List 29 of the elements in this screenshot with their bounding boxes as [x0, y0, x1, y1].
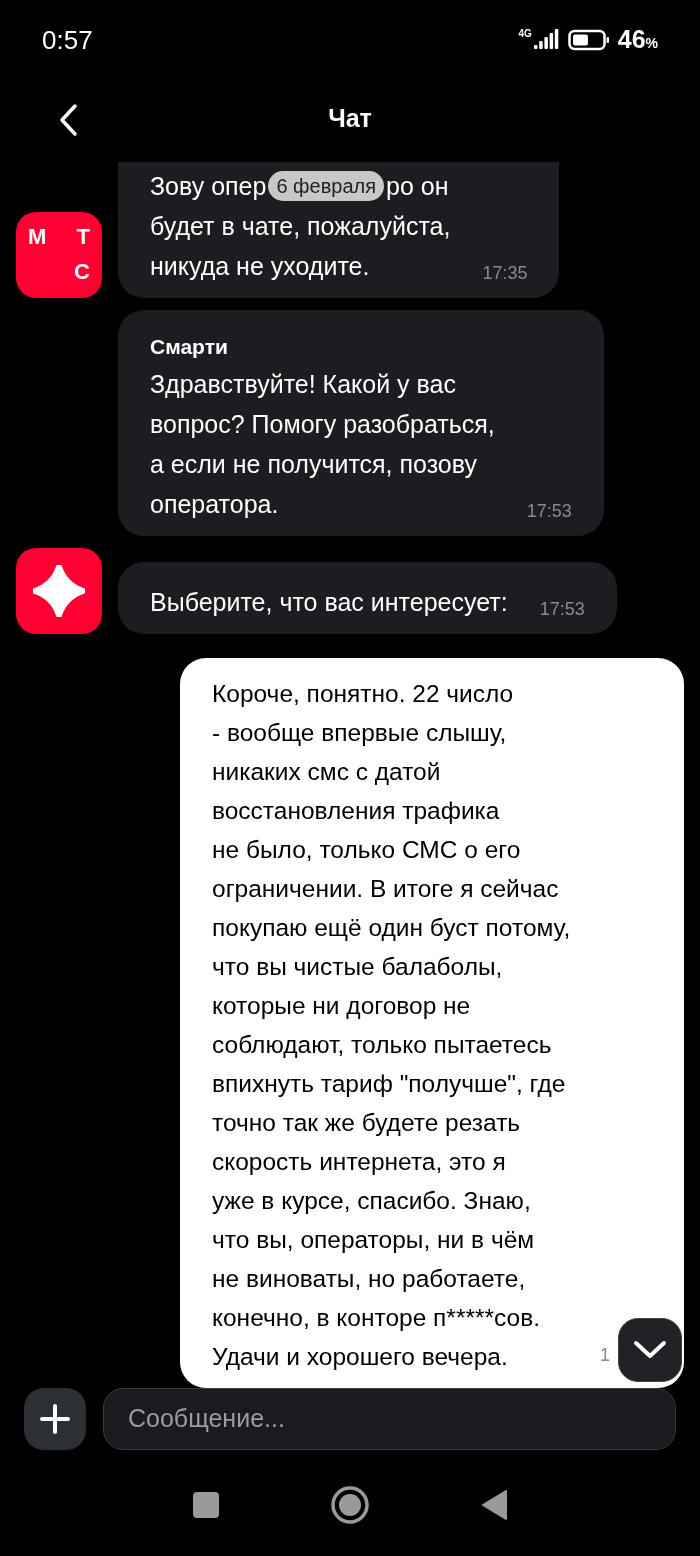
logo-letter: С — [74, 261, 90, 284]
logo-letter: Т — [76, 226, 90, 249]
add-button[interactable] — [24, 1388, 86, 1450]
message-input-field[interactable]: Сообщение... — [103, 1388, 676, 1450]
logo-letter: М — [28, 226, 47, 249]
back-icon — [58, 103, 78, 138]
plus-icon — [39, 1403, 71, 1435]
message-text-fragment: ро он — [386, 171, 449, 202]
recent-apps-icon[interactable] — [192, 1491, 220, 1519]
message-text: Короче, понятно. 22 число - вообще впервые слышу, никаких смс с датой восстановления трафика не было, только СМС о его ограничении. В итоге я сейчас покупаю ещё один буст потому, что вы чистые балаболы, которые ни договор не соблюдают, только пытаетесь впихнуть тариф "получше", где точно так же будете резать скорость интернета, это я уже в курсе, спасибо. Знаю, что вы, операторы, ни в чём не виноваты, но работаете, конечно, в конторе п*****сов. Удачи и хорошего вечера. — [212, 679, 572, 1372]
home-icon[interactable] — [330, 1485, 370, 1525]
battery-level: 46% — [617, 24, 658, 56]
message-time: 17:53 — [526, 502, 572, 520]
chevron-down-icon — [633, 1340, 667, 1360]
date-pill: 6 февраля — [268, 171, 385, 201]
message-text: Выберите, что вас интересует: — [150, 587, 508, 618]
status-time: 0:57 — [42, 23, 93, 57]
star-icon — [33, 565, 85, 617]
message-text-fragment: Зову опер — [150, 171, 267, 202]
battery-icon — [567, 29, 610, 52]
message-text: Здравствуйте! Какой у вас вопрос? Помогу разобраться, а если не получится, позову оператора. — [150, 369, 495, 520]
message-text: будет в чате, пожалуйста, никуда не уходите. — [150, 211, 451, 282]
message-time: 17:35 — [482, 264, 528, 282]
header-title: Чат — [328, 103, 372, 135]
back-nav-icon[interactable] — [480, 1489, 508, 1521]
message-time: 1 — [600, 1346, 610, 1364]
sender-name: Смарти — [150, 334, 229, 360]
scroll-down-button[interactable] — [618, 1318, 682, 1382]
message-time: 17:53 — [539, 600, 585, 618]
